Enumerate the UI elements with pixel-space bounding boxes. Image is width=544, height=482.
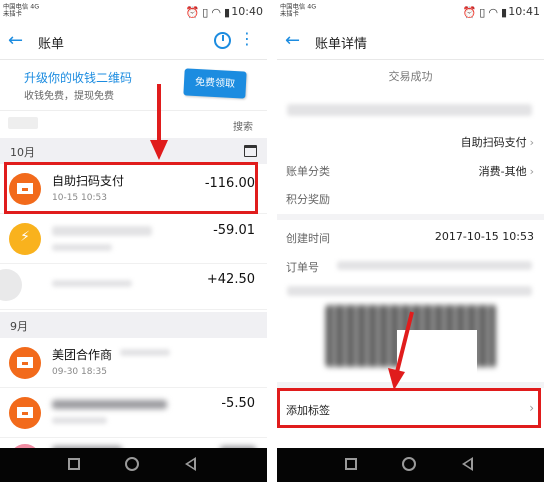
bill-list-screen: 中国电信 4G 未插卡 ⏰▯◠▮ 10:40 ← 账单 ⋮ 升级你的收钱二维码 … <box>0 0 267 482</box>
annotation-arrow <box>150 84 168 160</box>
annotation-arrow <box>388 311 414 390</box>
bill-detail-screen: 中国电信 4G 未插卡 ⏰▯◠▮ 10:41 ← 账单详情 交易成功 自助扫码支… <box>277 0 544 482</box>
divider <box>267 0 277 482</box>
